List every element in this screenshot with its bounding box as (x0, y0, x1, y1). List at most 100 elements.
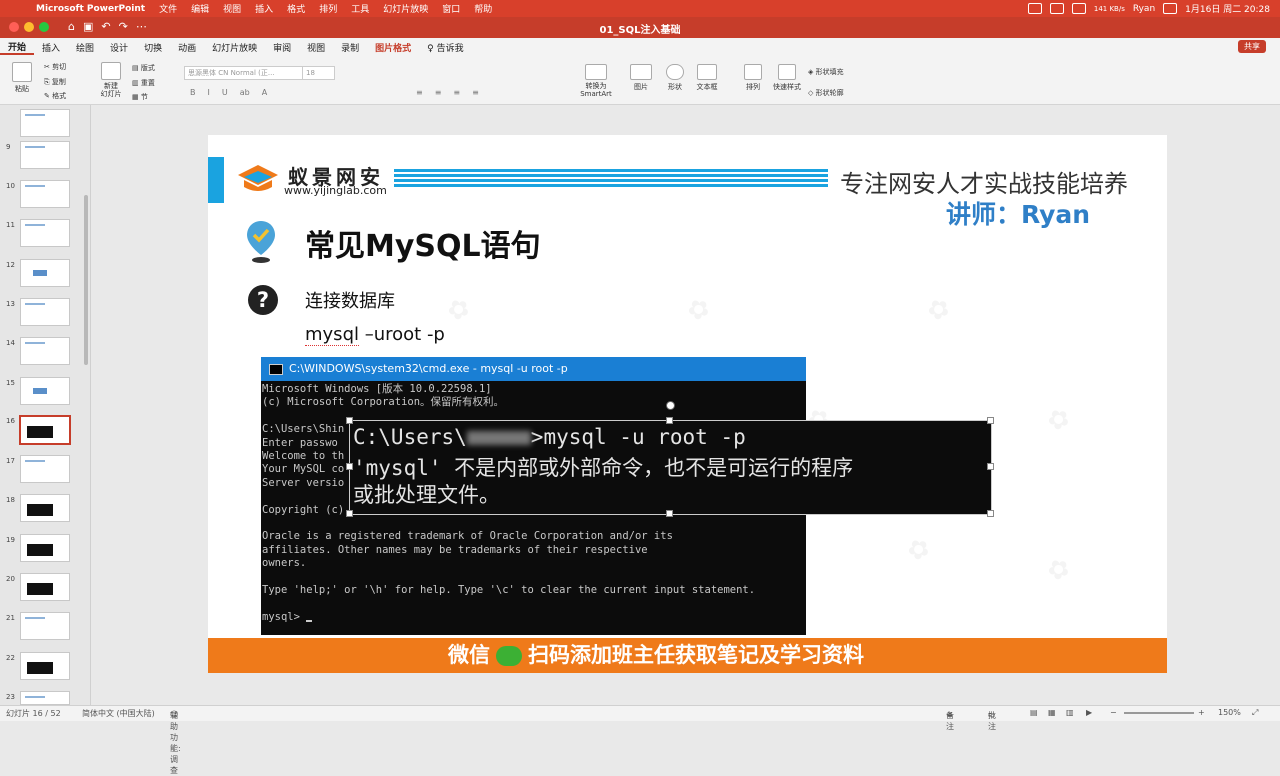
tab-view[interactable]: 视图 (299, 41, 333, 54)
format-painter-button[interactable]: ✎ 格式 (44, 91, 66, 101)
bold-icon[interactable]: B (190, 88, 196, 97)
font-name-field[interactable]: 思源黑体 CN Normal (正... (184, 66, 307, 80)
slide-heading: 常见MySQL语句 (305, 229, 541, 264)
paste-button[interactable]: 粘贴 (8, 62, 36, 94)
slide-thumbnail[interactable] (20, 141, 70, 169)
menu-arrange[interactable]: 排列 (319, 2, 337, 15)
menu-slideshow[interactable]: 幻灯片放映 (383, 2, 428, 15)
copy-button[interactable]: ⎘ 复制 (44, 77, 66, 87)
status-bar: 幻灯片 16 / 52 简体中文 (中国大陆) ☺ 辅助功能: 调查 ≡ 备注 … (0, 705, 1280, 775)
menu-format[interactable]: 格式 (287, 2, 305, 15)
slide-number: 12 (6, 261, 15, 269)
reading-view-icon[interactable]: ▥ (1066, 708, 1074, 717)
app-menu[interactable]: Microsoft PowerPoint (36, 4, 145, 14)
font-color-icon[interactable]: A (262, 88, 267, 97)
strikethrough-icon[interactable]: ab (240, 88, 250, 97)
tab-transitions[interactable]: 切换 (136, 41, 170, 54)
resize-handle[interactable] (346, 463, 353, 470)
zoom-out-icon[interactable]: − (1110, 708, 1117, 717)
screen-record-icon[interactable] (1027, 3, 1042, 14)
zoom-level[interactable]: 150% (1218, 708, 1241, 717)
watermark-icon: ✿ (1042, 552, 1076, 589)
menu-view[interactable]: 视图 (223, 2, 241, 15)
justify-icon[interactable]: ≡ (472, 88, 479, 97)
cut-button[interactable]: ✂ 剪切 (44, 62, 66, 72)
zoom-slider[interactable] (1124, 712, 1194, 714)
slide-thumbnail[interactable] (20, 219, 70, 247)
tab-design[interactable]: 设计 (102, 41, 136, 54)
resize-handle[interactable] (666, 510, 673, 517)
new-slide-button[interactable]: 新建 幻灯片 (96, 62, 126, 98)
underline-icon[interactable]: U (222, 88, 228, 97)
slide-thumbnail-selected[interactable] (19, 415, 71, 445)
slide-thumbnail[interactable] (20, 377, 70, 405)
tab-home[interactable]: 开始 (0, 40, 35, 55)
language-indicator[interactable]: 简体中文 (中国大陆) (82, 708, 155, 719)
new-slide-icon (101, 62, 121, 80)
shape-outline-button[interactable]: ◇ 形状轮廓 (808, 88, 844, 98)
menu-file[interactable]: 文件 (159, 2, 177, 15)
tab-slideshow[interactable]: 幻灯片放映 (204, 41, 265, 54)
textbox-button[interactable]: 文本框 (692, 64, 722, 92)
align-left-icon[interactable]: ≡ (416, 88, 423, 97)
battery-icon[interactable] (1163, 3, 1178, 14)
fit-to-window-icon[interactable]: ⤢ (1252, 708, 1258, 718)
align-center-icon[interactable]: ≡ (435, 88, 442, 97)
quick-styles-button[interactable]: 快速样式 (770, 64, 804, 92)
section-button[interactable]: ▦ 节 (132, 92, 148, 102)
slide-thumbnail[interactable] (20, 494, 70, 522)
resize-handle[interactable] (346, 510, 353, 517)
slide-thumbnail[interactable] (20, 573, 70, 601)
menu-insert[interactable]: 插入 (255, 2, 273, 15)
tab-animations[interactable]: 动画 (170, 41, 204, 54)
arrange-button[interactable]: 排列 (740, 64, 766, 92)
slide-thumbnail[interactable] (20, 652, 70, 680)
picture-button[interactable]: 图片 (626, 64, 656, 92)
share-button[interactable]: 共享 (1238, 40, 1266, 53)
tab-insert[interactable]: 插入 (34, 41, 68, 54)
align-right-icon[interactable]: ≡ (453, 88, 460, 97)
tab-review[interactable]: 审阅 (265, 41, 299, 54)
reset-button[interactable]: ▥ 重置 (132, 78, 155, 88)
layout-button[interactable]: ▤ 版式 (132, 63, 155, 73)
slide-thumbnail[interactable] (20, 455, 70, 483)
menu-help[interactable]: 帮助 (474, 2, 492, 15)
slide-thumbnail-8[interactable] (20, 109, 70, 137)
tab-draw[interactable]: 绘图 (68, 41, 102, 54)
menu-edit[interactable]: 编辑 (191, 2, 209, 15)
resize-handle[interactable] (987, 510, 994, 517)
tab-record[interactable]: 录制 (333, 41, 367, 54)
user-name[interactable]: Ryan (1133, 4, 1155, 14)
shape-button[interactable]: 形状 (660, 64, 690, 92)
zoomed-error-callout[interactable]: C:\Users\ >mysql -u root -p 'mysql' 不是内部或… (349, 420, 992, 515)
display-icon[interactable] (1049, 3, 1064, 14)
menu-window[interactable]: 窗口 (442, 2, 460, 15)
menu-tools[interactable]: 工具 (351, 2, 369, 15)
convert-smartart-button[interactable]: 转换为 SmartArt (578, 64, 614, 98)
slideshow-view-icon[interactable]: ▶ (1086, 708, 1092, 717)
zoom-in-icon[interactable]: + (1198, 708, 1205, 717)
shape-fill-button[interactable]: ◈ 形状填充 (808, 67, 844, 77)
slide-thumbnail[interactable] (20, 298, 70, 326)
cmd-titlebar: C:\WINDOWS\system32\cmd.exe - mysql -u r… (261, 357, 806, 381)
normal-view-icon[interactable]: ▤ (1030, 708, 1038, 717)
resize-handle[interactable] (987, 463, 994, 470)
slide-thumbnail[interactable] (20, 259, 70, 287)
slide-thumbnail[interactable] (20, 612, 70, 640)
rotate-handle[interactable] (666, 401, 675, 410)
tab-picture-format[interactable]: 图片格式 (367, 41, 419, 54)
thumbnail-scrollbar[interactable] (84, 195, 88, 365)
slide-thumbnail[interactable] (20, 534, 70, 562)
clock[interactable]: 1月16日 周二 20:28 (1185, 2, 1270, 15)
font-size-field[interactable]: 18 (302, 66, 335, 80)
slide-thumbnail[interactable] (20, 180, 70, 208)
italic-icon[interactable]: I (208, 88, 210, 97)
input-method-icon[interactable] (1071, 3, 1086, 14)
slide-thumbnail[interactable] (20, 691, 70, 705)
tell-me[interactable]: ♀ 告诉我 (419, 41, 471, 54)
resize-handle[interactable] (346, 417, 353, 424)
slide-thumbnail[interactable] (20, 337, 70, 365)
resize-handle[interactable] (987, 417, 994, 424)
sorter-view-icon[interactable]: ▦ (1048, 708, 1056, 717)
resize-handle[interactable] (666, 417, 673, 424)
